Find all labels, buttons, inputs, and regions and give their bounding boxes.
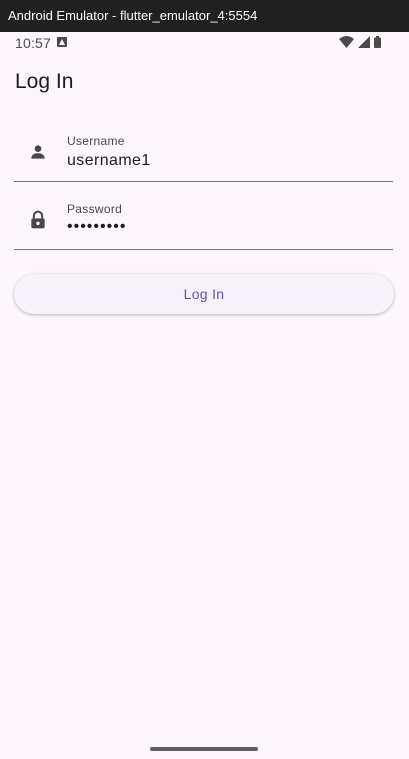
password-field[interactable]: Password ••••••••• bbox=[14, 184, 393, 250]
status-icons bbox=[339, 36, 381, 48]
password-input[interactable]: ••••••••• bbox=[67, 218, 126, 236]
lock-icon bbox=[31, 210, 45, 229]
font-a-icon bbox=[57, 37, 67, 47]
wifi-icon bbox=[339, 36, 354, 48]
username-input[interactable]: username1 bbox=[67, 152, 151, 170]
status-time: 10:57 bbox=[15, 35, 52, 51]
phone-screen: 10:57 Log In Username username1 Password… bbox=[0, 32, 409, 759]
battery-icon bbox=[374, 36, 381, 48]
gesture-navigation-bar[interactable] bbox=[150, 747, 258, 751]
signal-icon bbox=[358, 36, 370, 48]
person-icon bbox=[31, 145, 45, 159]
login-button[interactable]: Log In bbox=[14, 274, 394, 314]
username-field[interactable]: Username username1 bbox=[14, 116, 393, 182]
page-title: Log In bbox=[15, 70, 74, 93]
status-bar: 10:57 bbox=[0, 32, 409, 54]
emulator-window-title: Android Emulator - flutter_emulator_4:55… bbox=[0, 0, 409, 32]
username-label: Username bbox=[67, 134, 125, 148]
password-label: Password bbox=[67, 202, 123, 216]
